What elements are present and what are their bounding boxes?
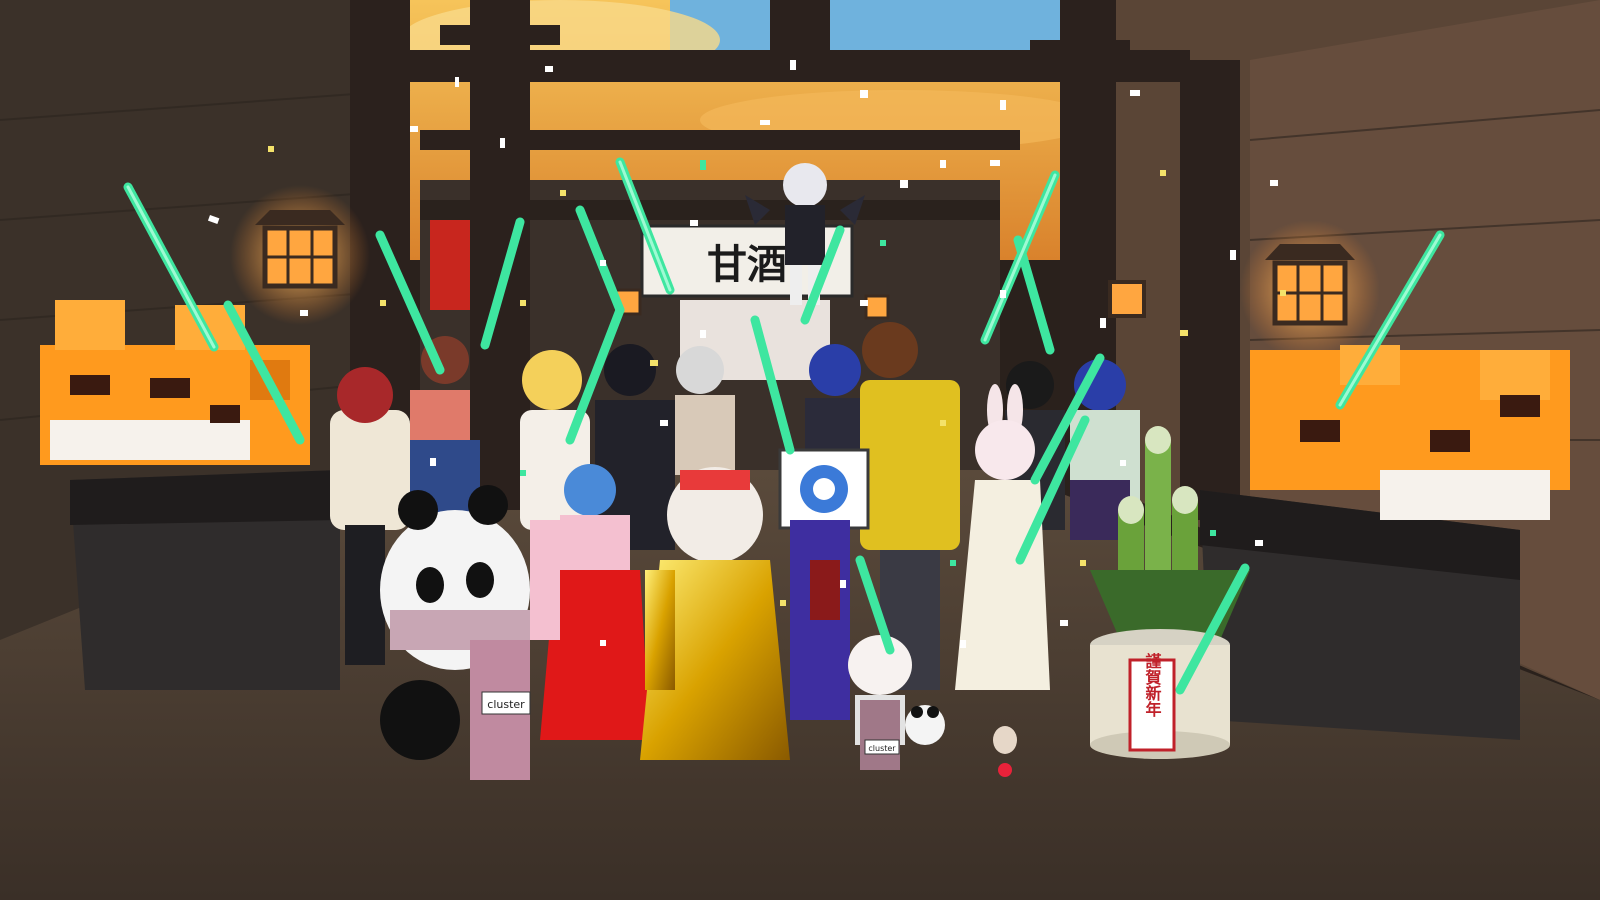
scarf-tag-left: cluster	[487, 698, 525, 711]
stone-pedestal-right	[1200, 490, 1520, 740]
vr-event-scene: 甘酒 cluster cluster 謹賀新年	[0, 0, 1600, 900]
stone-pedestal-left	[70, 470, 340, 690]
kadomatsu-tag: 謹賀新年	[1143, 652, 1163, 718]
red-banner	[430, 220, 470, 310]
lantern-icon	[230, 185, 370, 325]
lantern-icon	[1240, 220, 1380, 360]
scene-canvas: 甘酒 cluster cluster 謹賀新年	[0, 0, 1600, 900]
scarf-tag-right: cluster	[868, 744, 896, 753]
shop-sign-text: 甘酒	[707, 241, 787, 288]
